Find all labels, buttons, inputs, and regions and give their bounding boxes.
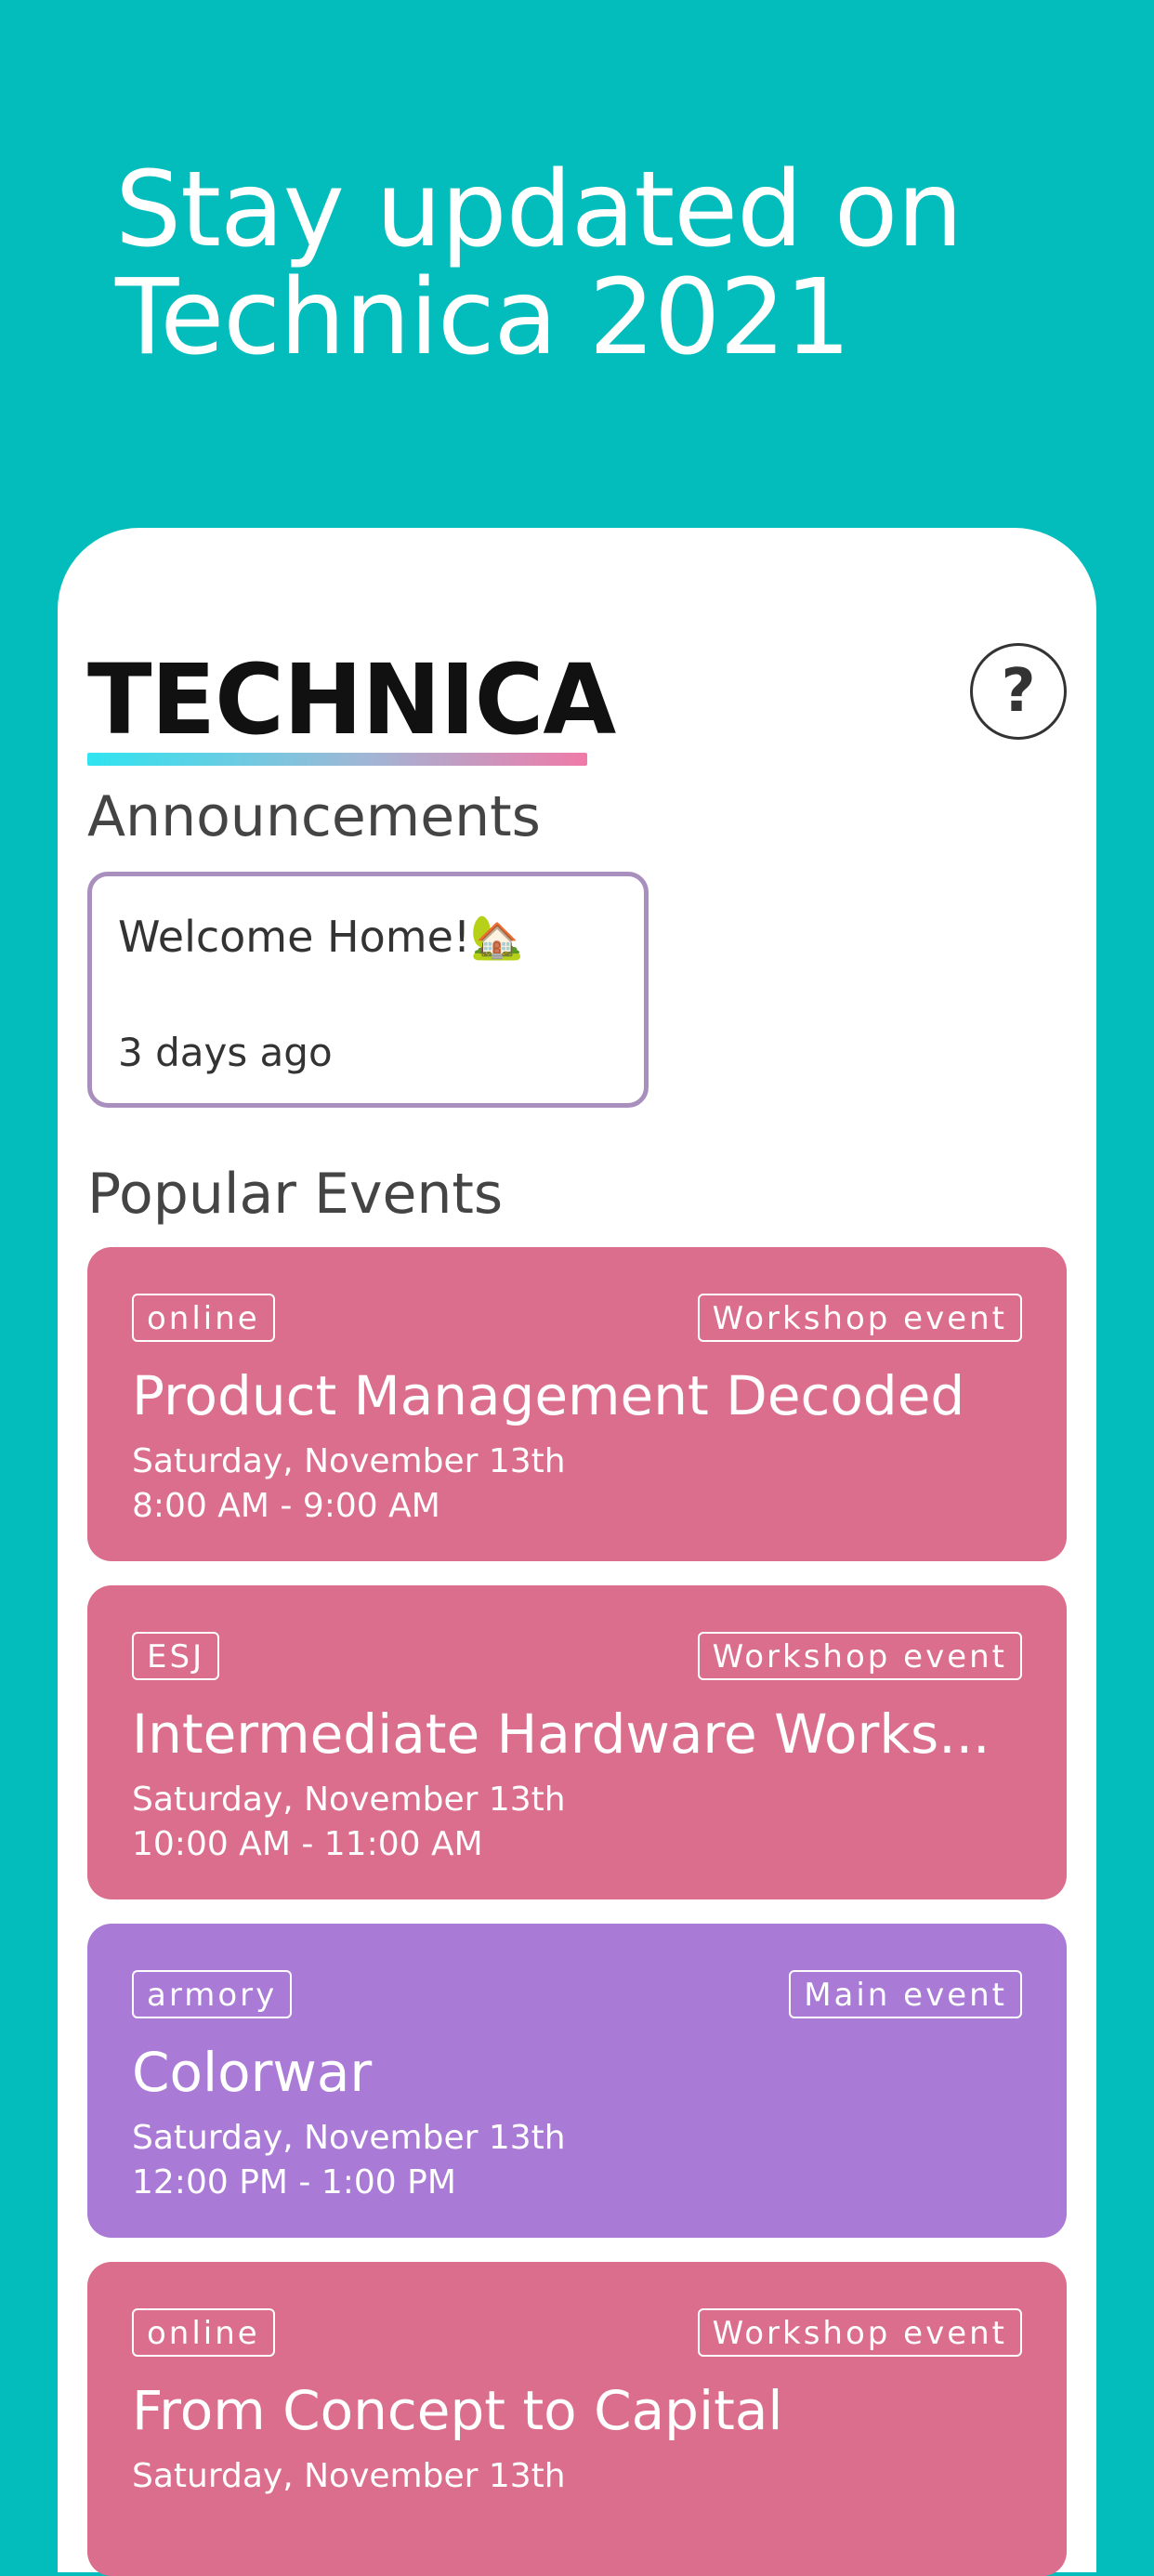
event-location-tag: armory xyxy=(132,1970,293,2018)
question-icon: ? xyxy=(1001,657,1036,726)
announcement-card[interactable]: Welcome Home!🏡 3 days ago xyxy=(87,872,649,1108)
popular-events-heading: Popular Events xyxy=(87,1162,504,1227)
headline-line-1: Stay updated on xyxy=(115,150,963,270)
event-date: Saturday, November 13th xyxy=(132,1442,566,1480)
event-title: Intermediate Hardware Works... xyxy=(132,1702,990,1766)
event-card[interactable]: armory Main event Colorwar Saturday, Nov… xyxy=(87,1924,1067,2238)
event-date: Saturday, November 13th xyxy=(132,1781,566,1819)
event-type-tag: Workshop event xyxy=(697,2308,1022,2357)
technica-logo: TECHNICA xyxy=(87,649,626,766)
help-button[interactable]: ? xyxy=(970,643,1067,740)
event-card[interactable]: online Workshop event Product Management… xyxy=(87,1247,1067,1561)
event-date: Saturday, November 13th xyxy=(132,2457,566,2495)
headline-line-2: Technica 2021 xyxy=(115,257,851,378)
announcement-title: Welcome Home!🏡 xyxy=(118,912,524,962)
event-title: Product Management Decoded xyxy=(132,1364,965,1427)
event-time: 10:00 AM - 11:00 AM xyxy=(132,1825,483,1863)
promo-headline: Stay updated on Technica 2021 xyxy=(115,156,1044,372)
event-type-tag: Workshop event xyxy=(697,1632,1022,1680)
announcements-heading: Announcements xyxy=(87,784,541,849)
event-location-tag: online xyxy=(132,2308,275,2357)
event-title: Colorwar xyxy=(132,2041,373,2104)
event-location-tag: ESJ xyxy=(132,1632,220,1680)
event-type-tag: Main event xyxy=(789,1970,1022,2018)
event-date: Saturday, November 13th xyxy=(132,2119,566,2157)
event-card[interactable]: online Workshop event From Concept to Ca… xyxy=(87,2262,1067,2576)
app-screen: TECHNICA ? Announcements Welcome Home!🏡 … xyxy=(58,528,1096,2576)
event-time: 8:00 AM - 9:00 AM xyxy=(132,1487,440,1525)
event-card[interactable]: ESJ Workshop event Intermediate Hardware… xyxy=(87,1585,1067,1899)
event-title: From Concept to Capital xyxy=(132,2379,783,2442)
announcement-time: 3 days ago xyxy=(118,1030,333,1075)
event-type-tag: Workshop event xyxy=(697,1294,1022,1342)
event-location-tag: online xyxy=(132,1294,275,1342)
brand-wordmark: TECHNICA xyxy=(87,643,616,756)
event-time: 12:00 PM - 1:00 PM xyxy=(132,2163,456,2201)
